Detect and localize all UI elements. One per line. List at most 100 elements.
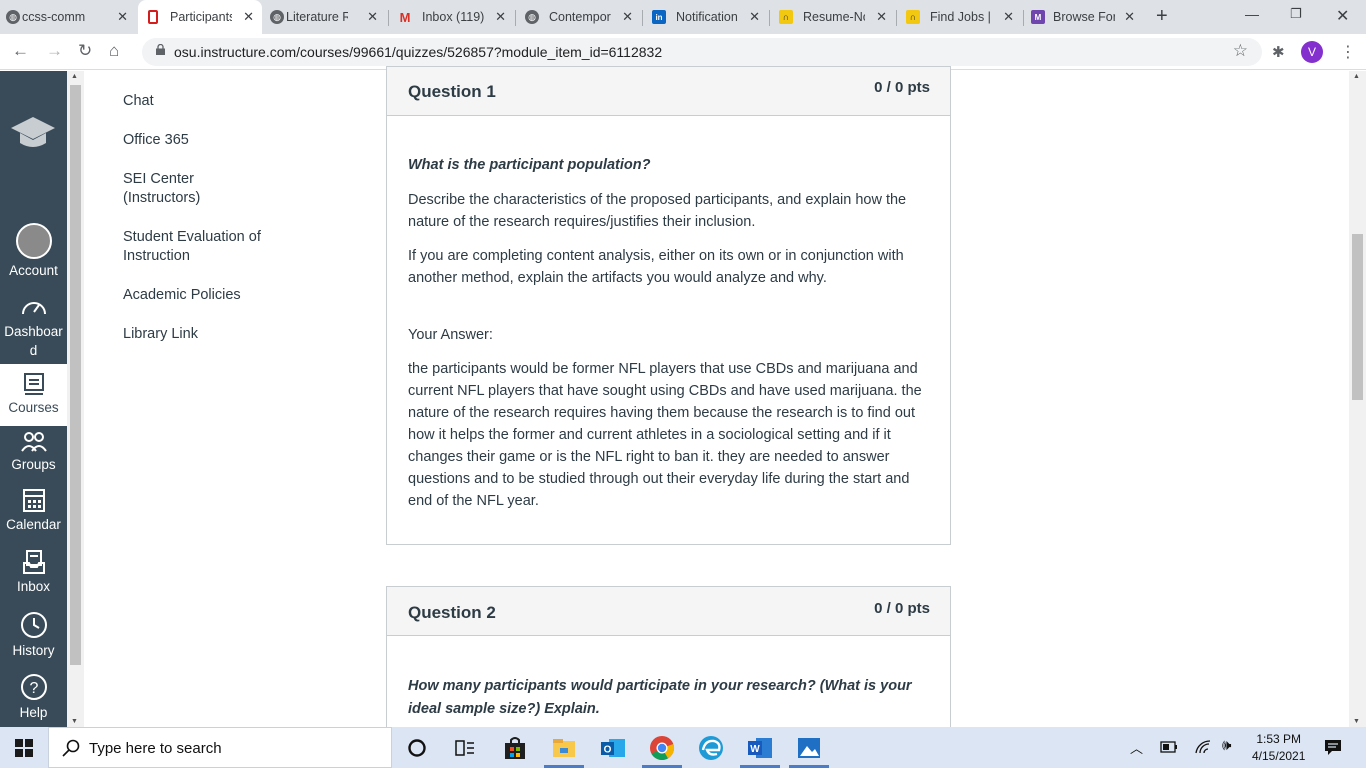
- svg-text:W: W: [750, 744, 760, 755]
- question-points: 0 / 0 pts: [874, 600, 930, 617]
- back-arrow-icon[interactable]: ←: [12, 41, 29, 61]
- nav-help[interactable]: ? Help: [0, 673, 67, 720]
- chrome-icon[interactable]: [649, 735, 675, 761]
- notifications-icon[interactable]: [1324, 739, 1342, 756]
- dashboard-icon: [21, 302, 46, 315]
- browser-tab[interactable]: ◍ Literature R ✕: [264, 0, 386, 34]
- browser-menu-icon[interactable]: ⋮: [1340, 42, 1356, 62]
- globe-icon: ◍: [6, 10, 20, 24]
- browser-tab-active[interactable]: Participants ✕: [138, 0, 262, 34]
- close-tab-icon[interactable]: ✕: [622, 9, 633, 25]
- browser-tab[interactable]: in Notification ✕: [644, 0, 768, 34]
- home-icon[interactable]: ⌂: [109, 41, 119, 61]
- help-icon: ?: [20, 674, 47, 700]
- question-description: If you are completing content analysis, …: [408, 248, 904, 286]
- history-icon: [20, 612, 47, 638]
- close-tab-icon[interactable]: ✕: [876, 9, 887, 25]
- browser-toolbar: ← → ↻ ⌂ osu.instructure.com/courses/9966…: [0, 34, 1366, 70]
- course-nav-office-365[interactable]: Office 365: [123, 131, 293, 150]
- url-text: osu.instructure.com/courses/99661/quizze…: [174, 44, 663, 60]
- profile-avatar[interactable]: V: [1301, 41, 1323, 63]
- close-tab-icon[interactable]: ✕: [117, 9, 128, 25]
- cortana-icon[interactable]: [404, 735, 430, 761]
- show-hidden-icons-chevron-icon[interactable]: ︿: [1130, 738, 1143, 757]
- browser-tab[interactable]: ◍ Contempor ✕: [517, 0, 641, 34]
- taskbar: Type here to search O W ︿ 🕪 1:53 PM 4/15…: [0, 727, 1366, 768]
- question-description: Describe the characteristics of the prop…: [408, 192, 907, 230]
- page-scrollbar[interactable]: ▲ ▼: [1349, 71, 1366, 727]
- taskbar-search-box[interactable]: Type here to search: [48, 727, 392, 768]
- scroll-up-arrow[interactable]: ▲: [71, 73, 78, 80]
- globe-icon: ◍: [270, 10, 284, 24]
- close-tab-icon[interactable]: ✕: [1003, 9, 1014, 25]
- windows-start-icon[interactable]: [15, 739, 33, 757]
- reload-icon[interactable]: ↻: [78, 41, 92, 61]
- lock-icon: [156, 44, 165, 55]
- nav-groups[interactable]: Groups: [0, 431, 67, 472]
- question-points: 0 / 0 pts: [874, 79, 930, 96]
- course-nav-chat[interactable]: Chat: [123, 92, 293, 111]
- browser-tab[interactable]: ∩ Resume-No ✕: [771, 0, 895, 34]
- close-tab-icon[interactable]: ✕: [495, 9, 506, 25]
- nav-courses[interactable]: Courses: [0, 364, 67, 426]
- wifi-icon[interactable]: [1194, 739, 1212, 755]
- forward-arrow-icon[interactable]: →: [46, 41, 63, 61]
- scroll-thumb[interactable]: [1352, 234, 1363, 400]
- sidebar-scrollbar[interactable]: ▲ ▼: [67, 71, 84, 727]
- question-title: Question 1: [408, 82, 496, 101]
- courses-icon: [23, 373, 44, 395]
- course-nav-student-evaluation[interactable]: Student Evaluation of Instruction: [123, 228, 273, 266]
- address-bar[interactable]: osu.instructure.com/courses/99661/quizze…: [142, 38, 1262, 66]
- course-nav-library-link[interactable]: Library Link: [123, 325, 293, 344]
- bookmark-star-icon[interactable]: ☆: [1233, 41, 1248, 61]
- restore-icon[interactable]: ❐: [1290, 6, 1302, 22]
- battery-icon[interactable]: [1160, 741, 1178, 753]
- new-tab-button[interactable]: +: [1156, 5, 1168, 28]
- word-icon[interactable]: W: [747, 735, 773, 761]
- outlook-icon[interactable]: O: [600, 735, 626, 761]
- browser-tab[interactable]: M Inbox (119) ✕: [390, 0, 514, 34]
- scroll-down-arrow[interactable]: ▼: [71, 718, 78, 725]
- task-view-icon[interactable]: [452, 735, 478, 761]
- nav-history[interactable]: History: [0, 611, 67, 658]
- file-explorer-icon[interactable]: [551, 735, 577, 761]
- logo-icon[interactable]: [10, 113, 56, 153]
- course-nav-academic-policies[interactable]: Academic Policies: [123, 286, 293, 305]
- close-tab-icon[interactable]: ✕: [749, 9, 760, 25]
- search-icon: [62, 739, 80, 757]
- scroll-thumb[interactable]: [70, 85, 81, 665]
- question-card: Question 2 0 / 0 pts How many participan…: [386, 586, 951, 746]
- global-nav: Account Dashboar d Courses Groups Calend…: [0, 71, 67, 727]
- nav-inbox[interactable]: Inbox: [0, 549, 67, 594]
- browser-tab[interactable]: ◍ ccss-comm ✕: [0, 0, 136, 34]
- extensions-icon[interactable]: ✱: [1272, 43, 1285, 61]
- answer-text: the participants would be former NFL pla…: [408, 361, 922, 509]
- scroll-down-arrow[interactable]: ▼: [1353, 718, 1360, 725]
- course-nav-sei-center[interactable]: SEI Center (Instructors): [123, 170, 233, 208]
- close-window-icon[interactable]: ✕: [1336, 6, 1349, 26]
- svg-text:O: O: [604, 745, 612, 756]
- store-icon[interactable]: [502, 735, 528, 761]
- monster-icon: M: [1031, 10, 1045, 24]
- close-tab-icon[interactable]: ✕: [243, 9, 254, 25]
- nav-account[interactable]: Account: [0, 223, 67, 278]
- scroll-up-arrow[interactable]: ▲: [1353, 73, 1360, 80]
- linkedin-icon: in: [652, 10, 666, 24]
- groups-icon: [20, 432, 47, 452]
- close-tab-icon[interactable]: ✕: [367, 9, 378, 25]
- nav-calendar[interactable]: Calendar: [0, 487, 67, 532]
- close-tab-icon[interactable]: ✕: [1124, 9, 1135, 25]
- question-title: Question 2: [408, 603, 496, 622]
- canvas-icon: [148, 10, 158, 24]
- calendar-icon: [22, 489, 45, 512]
- system-clock[interactable]: 1:53 PM 4/15/2021: [1252, 731, 1305, 765]
- minimize-icon[interactable]: —: [1245, 6, 1259, 22]
- edge-icon[interactable]: [698, 735, 724, 761]
- nav-dashboard[interactable]: Dashboar d: [0, 296, 67, 360]
- volume-icon[interactable]: 🕪: [1222, 737, 1231, 754]
- photos-icon[interactable]: [796, 735, 822, 761]
- browser-tab[interactable]: M Browse For ✕: [1025, 0, 1143, 34]
- browser-tab[interactable]: ∩ Find Jobs | ✕: [898, 0, 1022, 34]
- question-header: Question 2 0 / 0 pts: [387, 587, 950, 636]
- question-prompt: How many participants would participate …: [408, 678, 912, 717]
